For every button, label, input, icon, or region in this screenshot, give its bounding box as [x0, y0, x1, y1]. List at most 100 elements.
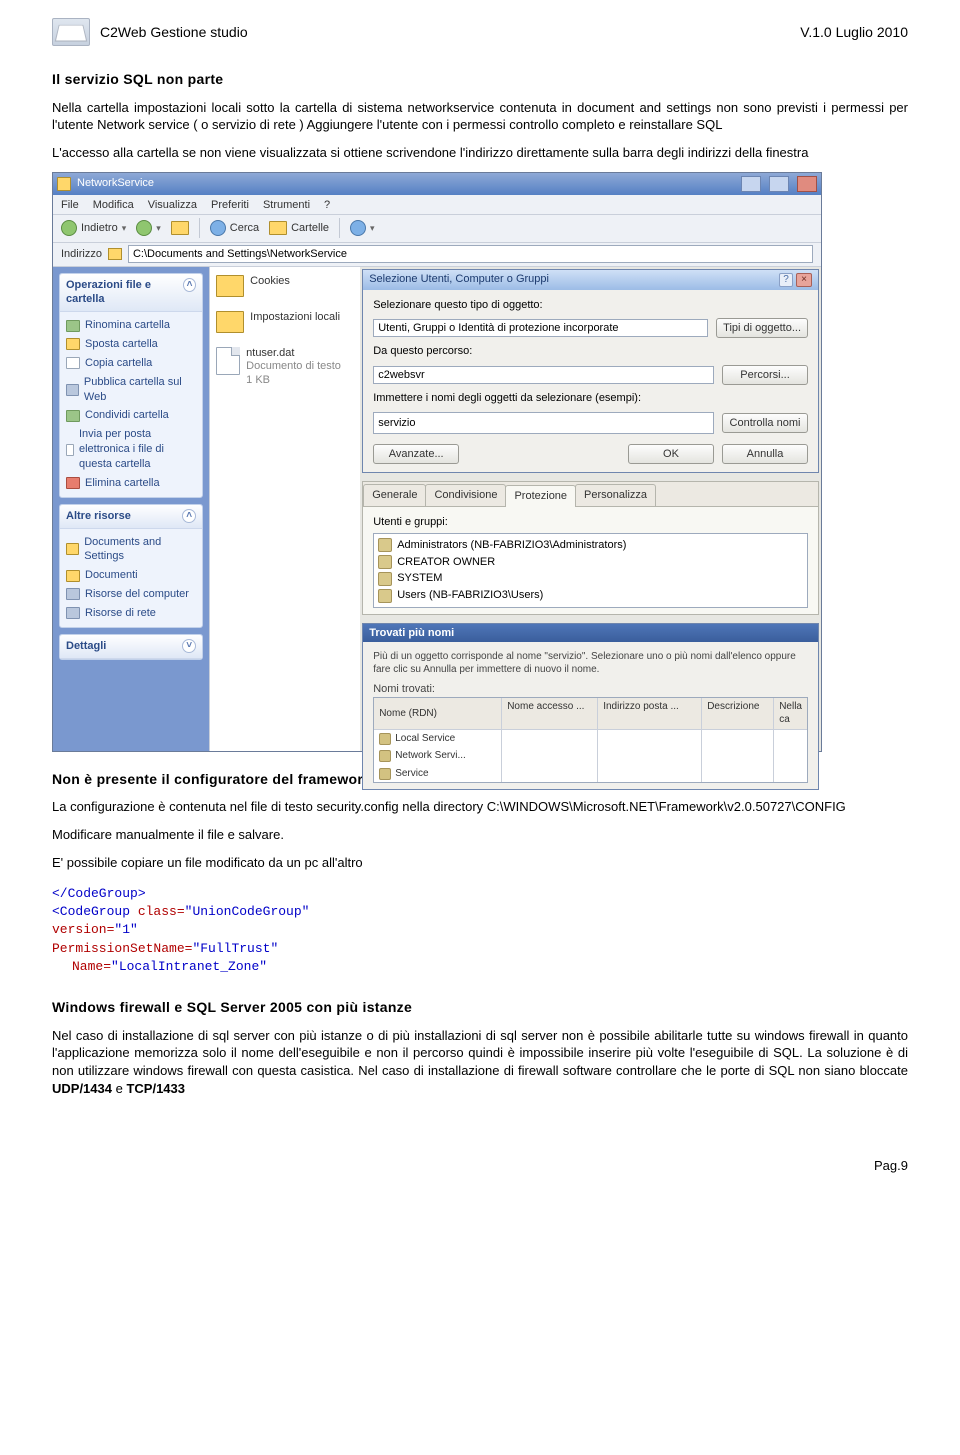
menu-view[interactable]: Visualizza	[148, 198, 197, 211]
label-object-type: Selezionare questo tipo di oggetto:	[373, 298, 808, 313]
file-cookies[interactable]: Cookies	[216, 275, 354, 297]
toolbar: Indietro▾ ▾ Cerca Cartelle ▾	[53, 215, 821, 243]
table-row[interactable]: Network Servi...	[374, 747, 807, 765]
dialog2-hint: Più di un oggetto corrisponde al nome "s…	[373, 650, 808, 676]
name-matches-dialog: Trovati più nomi Più di un oggetto corri…	[362, 623, 819, 790]
tab-customize[interactable]: Personalizza	[575, 484, 656, 506]
search-button[interactable]: Cerca	[210, 220, 259, 236]
group-icon	[378, 589, 392, 603]
task-move[interactable]: Sposta cartella	[66, 335, 196, 354]
task-publish[interactable]: Pubblica cartella sul Web	[66, 373, 196, 407]
place-network[interactable]: Risorse di rete	[66, 604, 196, 623]
window-title: NetworkService	[77, 176, 154, 191]
user-icon	[379, 750, 391, 762]
panel-details-title: Dettagli	[66, 639, 106, 654]
select-users-dialog: Selezione Utenti, Computer o Gruppi ? × …	[362, 269, 819, 474]
menu-tools[interactable]: Strumenti	[263, 198, 310, 211]
panel-other-title: Altre risorse	[66, 509, 131, 524]
list-item: Administrators (NB-FABRIZIO3\Administrat…	[378, 537, 803, 554]
code-attr: class=	[138, 904, 185, 919]
port-tcp: TCP/1433	[126, 1081, 185, 1096]
help-icon[interactable]: ?	[779, 273, 793, 287]
cancel-button[interactable]: Annulla	[722, 444, 808, 464]
from-field: c2websvr	[373, 366, 714, 384]
code-attr: version=	[52, 922, 114, 937]
folder-icon	[66, 570, 80, 582]
network-icon	[66, 607, 80, 619]
advanced-button[interactable]: Avanzate...	[373, 444, 459, 464]
locations-button[interactable]: Percorsi...	[722, 365, 808, 385]
folder-icon	[57, 177, 71, 191]
delete-icon	[66, 477, 80, 489]
task-rename[interactable]: Rinomina cartella	[66, 316, 196, 335]
menu-edit[interactable]: Modifica	[93, 198, 134, 211]
menu-favorites[interactable]: Preferiti	[211, 198, 249, 211]
object-types-button[interactable]: Tipi di oggetto...	[716, 318, 808, 338]
port-udp: UDP/1434	[52, 1081, 112, 1096]
tasks-sidebar: Operazioni file e cartella˄ Rinomina car…	[53, 267, 209, 751]
page-header: C2Web Gestione studio V.1.0 Luglio 2010	[52, 18, 908, 46]
list-item: SYSTEM	[378, 570, 803, 587]
file-size: 1 KB	[246, 374, 341, 388]
file-icon	[216, 347, 240, 375]
close-icon[interactable]: ×	[796, 273, 812, 287]
table-row[interactable]: Service	[374, 765, 807, 783]
address-input[interactable]	[128, 245, 813, 263]
back-button[interactable]: Indietro▾	[61, 220, 126, 236]
tab-general[interactable]: Generale	[363, 484, 426, 506]
ok-button[interactable]: OK	[628, 444, 714, 464]
views-icon	[350, 220, 366, 236]
code-val: "FullTrust"	[192, 941, 278, 956]
folder-icon	[66, 543, 79, 555]
minimize-button[interactable]	[741, 176, 761, 192]
folders-icon	[269, 221, 287, 235]
panel-file-tasks: Operazioni file e cartella˄ Rinomina car…	[59, 273, 203, 498]
col-desc[interactable]: Descrizione	[702, 698, 774, 729]
list-item: CREATOR OWNER	[378, 554, 803, 571]
code-val: "LocalIntranet_Zone"	[111, 959, 267, 974]
place-mycomputer[interactable]: Risorse del computer	[66, 585, 196, 604]
dialog-title: Selezione Utenti, Computer o Gruppi	[369, 272, 549, 287]
collapse-icon[interactable]: ˄	[182, 509, 196, 523]
user-icon	[379, 768, 391, 780]
doc-title: C2Web Gestione studio	[100, 23, 248, 42]
forward-button[interactable]: ▾	[136, 220, 161, 236]
section-firewall-title: Windows firewall e SQL Server 2005 con p…	[52, 998, 908, 1017]
code-val: "1"	[114, 922, 137, 937]
col-in[interactable]: Nella ca	[774, 698, 807, 729]
col-rdn[interactable]: Nome (RDN)	[374, 698, 502, 729]
col-mail[interactable]: Indirizzo posta ...	[598, 698, 702, 729]
collapse-icon[interactable]: ˄	[183, 278, 196, 292]
users-listbox[interactable]: Administrators (NB-FABRIZIO3\Administrat…	[373, 533, 808, 608]
task-delete[interactable]: Elimina cartella	[66, 474, 196, 493]
menu-file[interactable]: File	[61, 198, 79, 211]
up-button[interactable]	[171, 221, 189, 235]
code-attr: Name=	[72, 959, 111, 974]
folders-button[interactable]: Cartelle	[269, 221, 329, 236]
up-icon	[171, 221, 189, 235]
file-ntuser[interactable]: ntuser.dat Documento di testo 1 KB	[216, 347, 354, 388]
file-impostazioni-locali[interactable]: Impostazioni locali	[216, 311, 354, 333]
table-row[interactable]: Local Service	[374, 730, 807, 748]
menu-help[interactable]: ?	[324, 198, 330, 211]
place-documents[interactable]: Documenti	[66, 566, 196, 585]
expand-icon[interactable]: ˅	[182, 639, 196, 653]
task-email[interactable]: Invia per posta elettronica i file di qu…	[66, 425, 196, 474]
check-names-button[interactable]: Controlla nomi	[722, 413, 808, 433]
tab-security[interactable]: Protezione	[505, 485, 576, 507]
address-label: Indirizzo	[61, 247, 102, 262]
copy-icon	[66, 357, 80, 369]
col-access[interactable]: Nome accesso ...	[502, 698, 598, 729]
user-icon	[379, 733, 391, 745]
menubar: File Modifica Visualizza Preferiti Strum…	[53, 195, 821, 215]
task-copy[interactable]: Copia cartella	[66, 354, 196, 373]
folder-icon	[108, 248, 122, 260]
maximize-button[interactable]	[769, 176, 789, 192]
views-button[interactable]: ▾	[350, 220, 375, 236]
place-docsettings[interactable]: Documents and Settings	[66, 533, 196, 567]
names-input[interactable]: servizio	[373, 412, 714, 434]
task-share[interactable]: Condividi cartella	[66, 406, 196, 425]
publish-icon	[66, 384, 79, 396]
tab-sharing[interactable]: Condivisione	[425, 484, 506, 506]
close-button[interactable]	[797, 176, 817, 192]
